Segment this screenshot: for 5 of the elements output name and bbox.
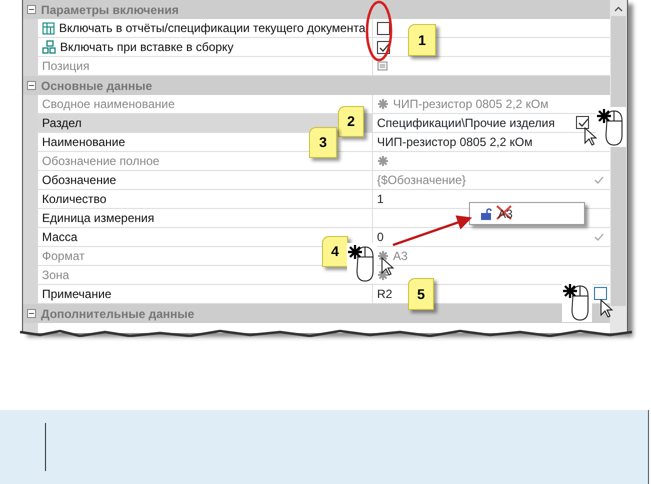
callout-note: 2 bbox=[338, 106, 364, 137]
callout-note: 4 bbox=[322, 236, 348, 267]
callout-note: 5 bbox=[408, 278, 434, 310]
callout-note: 1 bbox=[408, 24, 436, 56]
callout-note: 3 bbox=[309, 127, 337, 158]
